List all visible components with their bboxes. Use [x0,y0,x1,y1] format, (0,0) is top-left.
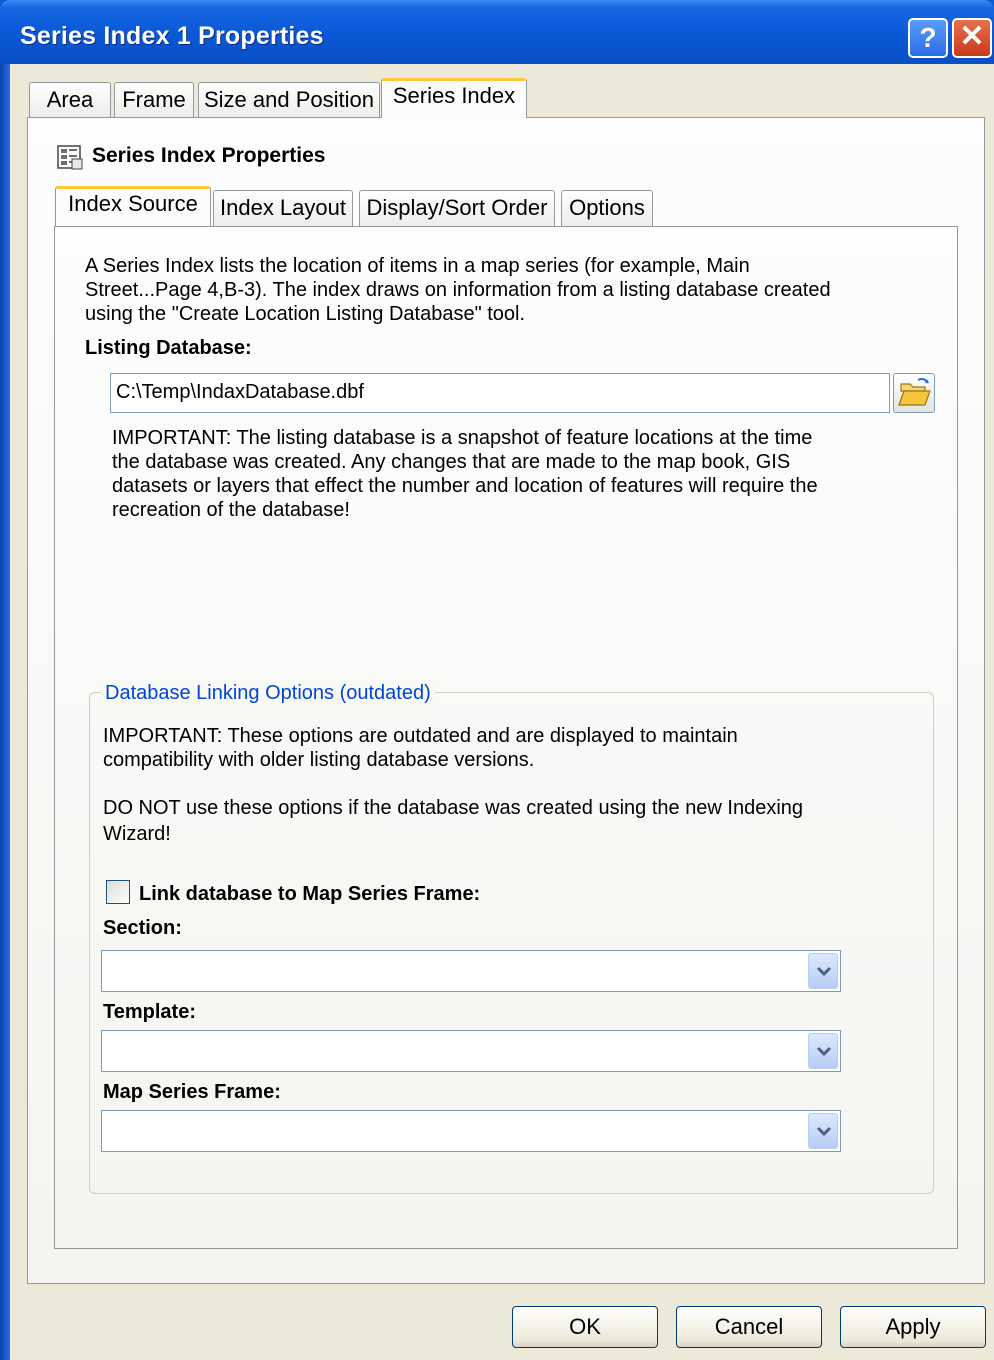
map-series-frame-dropdown[interactable] [101,1110,841,1152]
apply-button[interactable]: Apply [840,1306,986,1348]
subtab-index-layout[interactable]: Index Layout [213,190,353,226]
title-bar[interactable]: Series Index 1 Properties ? ✕ [0,0,994,70]
link-database-label: Link database to Map Series Frame: [139,883,481,905]
tab-frame[interactable]: Frame [114,82,194,118]
template-label: Template: [103,1001,196,1023]
tab-series-index[interactable]: Series Index [381,78,527,118]
listing-database-label: Listing Database: [85,337,252,359]
database-linking-legend: Database Linking Options (outdated) [101,681,435,705]
map-series-frame-dropdown-arrow[interactable] [808,1113,838,1149]
outdated-line-1: IMPORTANT: These options are outdated an… [103,725,738,747]
description-line-3: using the "Create Location Listing Datab… [85,303,526,325]
cancel-button[interactable]: Cancel [676,1306,822,1348]
series-index-icon [56,143,84,171]
subtab-index-source[interactable]: Index Source [55,186,211,226]
chevron-down-icon [816,966,832,977]
browse-button[interactable] [893,373,935,413]
listing-database-input[interactable]: C:\Temp\IndaxDatabase.dbf [110,373,890,413]
section-label: Section: [103,917,182,939]
window-title: Series Index 1 Properties [20,22,324,50]
donot-line-2: Wizard! [103,823,171,845]
important-line-2: the database was created. Any changes th… [112,451,791,473]
description-line-2: Street...Page 4,B-3). The index draws on… [85,279,831,301]
chevron-down-icon [816,1046,832,1057]
series-index-panel: Series Index Properties Index Source Ind… [27,117,985,1284]
window-border [0,64,10,1360]
template-dropdown-arrow[interactable] [808,1033,838,1069]
description-line-1: A Series Index lists the location of ite… [85,255,750,277]
folder-open-icon [898,378,931,406]
tab-size-and-position[interactable]: Size and Position [198,82,380,118]
chevron-down-icon [816,1126,832,1137]
donot-line-1: DO NOT use these options if the database… [103,797,804,819]
section-dropdown[interactable] [101,950,841,992]
close-button[interactable]: ✕ [952,18,992,58]
tab-area[interactable]: Area [29,82,111,118]
index-source-panel: A Series Index lists the location of ite… [54,226,958,1249]
map-series-frame-label: Map Series Frame: [103,1081,281,1103]
subtab-display-sort-order[interactable]: Display/Sort Order [359,190,555,226]
properties-dialog: Series Index 1 Properties ? ✕ Area Frame… [0,0,994,1360]
important-line-1: IMPORTANT: The listing database is a sna… [112,427,813,449]
important-line-4: recreation of the database! [112,499,350,521]
important-line-3: datasets or layers that effect the numbe… [112,475,818,497]
ok-button[interactable]: OK [512,1306,658,1348]
dialog-client-area: Area Frame Size and Position Series Inde… [10,64,994,1360]
section-title: Series Index Properties [92,144,326,167]
link-database-checkbox[interactable] [106,880,130,904]
help-button[interactable]: ? [908,18,948,58]
template-dropdown[interactable] [101,1030,841,1072]
section-dropdown-arrow[interactable] [808,953,838,989]
outdated-line-2: compatibility with older listing databas… [103,749,535,771]
subtab-options[interactable]: Options [561,190,653,226]
